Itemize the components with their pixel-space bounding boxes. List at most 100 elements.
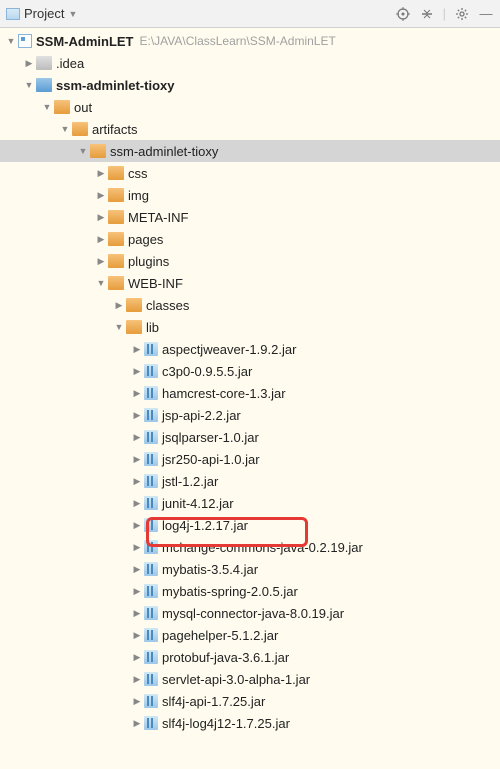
- chevron-down-icon[interactable]: ▼: [94, 278, 108, 288]
- jar-icon: [144, 430, 158, 444]
- chevron-down-icon[interactable]: ▼: [68, 9, 77, 19]
- tree-jar-item[interactable]: ▶slf4j-api-1.7.25.jar: [0, 690, 500, 712]
- chevron-right-icon[interactable]: ▶: [130, 520, 144, 531]
- chevron-down-icon[interactable]: ▼: [58, 124, 72, 134]
- folder-label: plugins: [128, 254, 169, 269]
- hide-icon[interactable]: —: [478, 6, 494, 22]
- tree-jar-item[interactable]: ▶slf4j-log4j12-1.7.25.jar: [0, 712, 500, 734]
- tree-jar-item[interactable]: ▶ mysql-connector-java-8.0.19.jar: [0, 602, 500, 624]
- chevron-down-icon[interactable]: ▼: [40, 102, 54, 112]
- folder-icon: [108, 232, 124, 246]
- tree-jar-item[interactable]: ▶ mybatis-spring-2.0.5.jar: [0, 580, 500, 602]
- chevron-right-icon[interactable]: ▶: [94, 212, 108, 223]
- folder-icon: [90, 144, 106, 158]
- folder-label: pages: [128, 232, 163, 247]
- chevron-down-icon[interactable]: ▼: [76, 146, 90, 156]
- tree-jar-item[interactable]: ▶protobuf-java-3.6.1.jar: [0, 646, 500, 668]
- chevron-right-icon[interactable]: ▶: [130, 410, 144, 421]
- folder-icon: [54, 100, 70, 114]
- tree-jar-item[interactable]: ▶jsp-api-2.2.jar: [0, 404, 500, 426]
- tree-folder-metainf[interactable]: ▶ META-INF: [0, 206, 500, 228]
- jar-icon: [144, 496, 158, 510]
- chevron-right-icon[interactable]: ▶: [94, 168, 108, 179]
- chevron-right-icon[interactable]: ▶: [130, 454, 144, 465]
- jar-label: jsqlparser-1.0.jar: [162, 430, 259, 445]
- tree-folder-css[interactable]: ▶ css: [0, 162, 500, 184]
- tree-jar-item[interactable]: ▶log4j-1.2.17.jar: [0, 514, 500, 536]
- tree-jar-item[interactable]: ▶ mchange-commons-java-0.2.19.jar: [0, 536, 500, 558]
- collapse-icon[interactable]: [419, 6, 435, 22]
- jar-label: mybatis-spring-2.0.5.jar: [162, 584, 298, 599]
- chevron-right-icon[interactable]: ▶: [130, 718, 144, 729]
- chevron-right-icon[interactable]: ▶: [130, 366, 144, 377]
- jar-label: pagehelper-5.1.2.jar: [162, 628, 278, 643]
- folder-icon: [108, 276, 124, 290]
- chevron-right-icon[interactable]: ▶: [130, 608, 144, 619]
- chevron-down-icon[interactable]: ▼: [112, 322, 126, 332]
- jar-icon: [144, 562, 158, 576]
- folder-label: lib: [146, 320, 159, 335]
- chevron-right-icon[interactable]: ▶: [130, 344, 144, 355]
- target-icon[interactable]: [395, 6, 411, 22]
- tree-jar-item[interactable]: ▶jsr250-api-1.0.jar: [0, 448, 500, 470]
- chevron-right-icon[interactable]: ▶: [130, 542, 144, 553]
- jar-label: mchange-commons-java-0.2.19.jar: [162, 540, 363, 555]
- jar-label: aspectjweaver-1.9.2.jar: [162, 342, 296, 357]
- chevron-right-icon[interactable]: ▶: [130, 652, 144, 663]
- chevron-right-icon[interactable]: ▶: [130, 674, 144, 685]
- tree-folder-artifacts[interactable]: ▼ artifacts: [0, 118, 500, 140]
- chevron-right-icon[interactable]: ▶: [94, 256, 108, 267]
- chevron-right-icon[interactable]: ▶: [130, 498, 144, 509]
- chevron-right-icon[interactable]: ▶: [130, 388, 144, 399]
- tree-folder-idea[interactable]: ▶ .idea: [0, 52, 500, 74]
- tree-jar-item[interactable]: ▶ junit-4.12.jar: [0, 492, 500, 514]
- jar-icon: [144, 408, 158, 422]
- tree-folder-classes[interactable]: ▶ classes: [0, 294, 500, 316]
- tree-folder-lib[interactable]: ▼ lib: [0, 316, 500, 338]
- tree-root[interactable]: ▼ SSM-AdminLET E:\JAVA\ClassLearn\SSM-Ad…: [0, 30, 500, 52]
- chevron-down-icon[interactable]: ▼: [22, 80, 36, 90]
- chevron-right-icon[interactable]: ▶: [130, 586, 144, 597]
- tree-folder-webinf[interactable]: ▼ WEB-INF: [0, 272, 500, 294]
- chevron-right-icon[interactable]: ▶: [94, 234, 108, 245]
- chevron-right-icon[interactable]: ▶: [112, 300, 126, 311]
- project-title[interactable]: Project: [24, 6, 64, 21]
- jar-label: junit-4.12.jar: [162, 496, 234, 511]
- tree-jar-item[interactable]: ▶mybatis-3.5.4.jar: [0, 558, 500, 580]
- jar-icon: [144, 540, 158, 554]
- folder-icon: [72, 122, 88, 136]
- chevron-right-icon[interactable]: ▶: [130, 696, 144, 707]
- chevron-right-icon[interactable]: ▶: [130, 564, 144, 575]
- toolbar-right: | —: [395, 6, 494, 22]
- folder-label: classes: [146, 298, 189, 313]
- chevron-right-icon[interactable]: ▶: [130, 476, 144, 487]
- folder-label: ssm-adminlet-tioxy: [110, 144, 218, 159]
- gear-icon[interactable]: [454, 6, 470, 22]
- tree-jar-item[interactable]: ▶hamcrest-core-1.3.jar: [0, 382, 500, 404]
- project-tree[interactable]: ▼ SSM-AdminLET E:\JAVA\ClassLearn\SSM-Ad…: [0, 28, 500, 769]
- jar-label: mysql-connector-java-8.0.19.jar: [162, 606, 344, 621]
- tree-folder-plugins[interactable]: ▶ plugins: [0, 250, 500, 272]
- tree-jar-item[interactable]: ▶ pagehelper-5.1.2.jar: [0, 624, 500, 646]
- chevron-down-icon[interactable]: ▼: [4, 36, 18, 46]
- toolbar: Project ▼ | —: [0, 0, 500, 28]
- jar-icon: [144, 694, 158, 708]
- tree-jar-item[interactable]: ▶ jstl-1.2.jar: [0, 470, 500, 492]
- tree-jar-item[interactable]: ▶ aspectjweaver-1.9.2.jar: [0, 338, 500, 360]
- folder-icon: [108, 166, 124, 180]
- tree-folder-artifact-selected[interactable]: ▼ ssm-adminlet-tioxy: [0, 140, 500, 162]
- tree-jar-item[interactable]: ▶ jsqlparser-1.0.jar: [0, 426, 500, 448]
- chevron-right-icon[interactable]: ▶: [130, 432, 144, 443]
- tree-folder-out[interactable]: ▼ out: [0, 96, 500, 118]
- folder-icon: [36, 56, 52, 70]
- jar-icon: [144, 606, 158, 620]
- tree-jar-item[interactable]: ▶servlet-api-3.0-alpha-1.jar: [0, 668, 500, 690]
- tree-module[interactable]: ▼ ssm-adminlet-tioxy: [0, 74, 500, 96]
- chevron-right-icon[interactable]: ▶: [94, 190, 108, 201]
- tree-folder-pages[interactable]: ▶ pages: [0, 228, 500, 250]
- tree-folder-img[interactable]: ▶ img: [0, 184, 500, 206]
- chevron-right-icon[interactable]: ▶: [22, 58, 36, 69]
- jar-label: jstl-1.2.jar: [162, 474, 218, 489]
- chevron-right-icon[interactable]: ▶: [130, 630, 144, 641]
- tree-jar-item[interactable]: ▶c3p0-0.9.5.5.jar: [0, 360, 500, 382]
